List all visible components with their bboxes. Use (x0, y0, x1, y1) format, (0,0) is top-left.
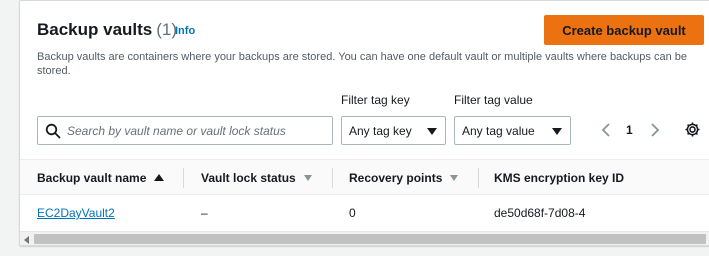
search-input[interactable]: Search by vault name or vault lock statu… (37, 116, 333, 145)
recovery-points-count: 0 (349, 206, 356, 220)
column-header-label: KMS encryption key ID (494, 171, 625, 185)
filter-tag-key-label: Filter tag key (341, 93, 410, 107)
column-header-label: Vault lock status (201, 171, 296, 185)
sort-ascending-icon (154, 174, 165, 182)
column-header-name[interactable]: Backup vault name (37, 171, 165, 185)
filter-tag-key-select[interactable]: Any tag key (341, 116, 446, 145)
column-divider (332, 168, 333, 188)
table-header: Backup vault name Vault lock status Reco… (20, 159, 709, 195)
current-page-number[interactable]: 1 (626, 123, 633, 137)
horizontal-scrollbar[interactable] (20, 231, 709, 245)
info-link[interactable]: Info (175, 25, 195, 37)
sort-icon (450, 174, 459, 181)
column-header-kms-key: KMS encryption key ID (494, 171, 624, 185)
filter-tag-value-select[interactable]: Any tag value (454, 116, 571, 145)
backup-vaults-panel: Backup vaults (1) Info Create backup vaul… (19, 0, 709, 246)
scroll-left-icon[interactable] (24, 236, 29, 244)
vault-count: (1) (156, 20, 178, 39)
vault-lock-status: – (201, 206, 208, 220)
filter-tag-value-label: Filter tag value (454, 93, 533, 107)
column-divider (183, 168, 184, 188)
column-divider (478, 168, 479, 188)
create-backup-vault-button[interactable]: Create backup vault (544, 15, 704, 45)
page-title: Backup vaults (1) (37, 20, 177, 40)
column-header-recovery-points[interactable]: Recovery points (349, 171, 459, 185)
caret-down-icon (427, 128, 437, 135)
tag-value-value: Any tag value (462, 124, 535, 138)
search-placeholder: Search by vault name or vault lock statu… (67, 124, 286, 138)
chevron-right-icon[interactable] (647, 120, 663, 140)
vault-name-link[interactable]: EC2DayVault2 (37, 206, 115, 220)
kms-key-id: de50d68f-7d08-4 (494, 206, 586, 220)
description-text: Backup vaults are containers where your … (37, 51, 687, 77)
search-icon (45, 123, 61, 139)
caret-down-icon (552, 128, 562, 135)
column-header-label: Backup vault name (37, 171, 147, 185)
sort-icon (303, 174, 312, 181)
scrollbar-thumb[interactable] (34, 234, 706, 244)
tag-key-value: Any tag key (349, 124, 412, 138)
gear-icon[interactable] (684, 121, 701, 138)
column-header-lock-status[interactable]: Vault lock status (201, 171, 312, 185)
column-header-label: Recovery points (349, 171, 443, 185)
chevron-left-icon[interactable] (598, 120, 614, 140)
title-text: Backup vaults (37, 20, 153, 39)
